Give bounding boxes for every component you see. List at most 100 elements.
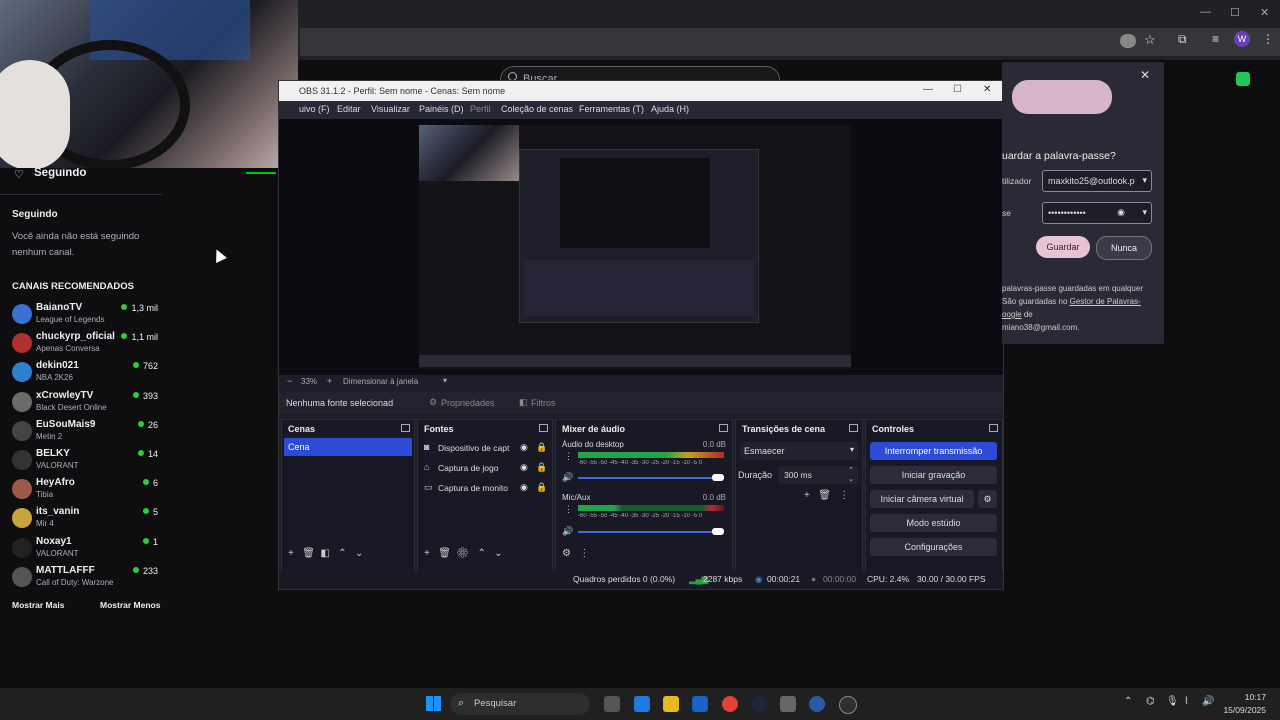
menu-kebab-icon[interactable]: ⋮ <box>1262 32 1274 46</box>
save-password-button[interactable]: Guardar <box>1036 236 1090 258</box>
source-item[interactable]: ⌂ Captura de jogo ◉ 🔒 <box>424 462 548 478</box>
virtual-camera-settings-button[interactable]: ⚙ <box>978 490 997 508</box>
extensions-icon[interactable]: ⧉ <box>1178 32 1187 47</box>
menu-help[interactable]: Ajuda (H) <box>651 104 689 114</box>
up-icon[interactable]: ⌃ <box>338 548 346 559</box>
obs-maximize-button[interactable]: ☐ <box>953 84 962 95</box>
green-extension-icon[interactable] <box>1236 72 1250 86</box>
widgets-icon[interactable] <box>634 696 650 712</box>
properties-button[interactable]: ⚙ Propriedades <box>425 395 501 411</box>
obs-icon[interactable] <box>839 696 857 714</box>
network-icon[interactable]: ⌬ <box>1146 696 1155 707</box>
settings-button[interactable]: Configurações <box>870 538 997 556</box>
obs-close-button[interactable]: ✕ <box>983 84 991 95</box>
menu-file[interactable]: uivo (F) <box>299 104 330 114</box>
chevron-up-icon[interactable]: ⌃ <box>1124 696 1132 707</box>
mixer-more-icon[interactable]: ⋮ <box>579 548 589 559</box>
up-icon[interactable]: ⌃ <box>478 548 486 559</box>
trash-icon[interactable]: 🗑 <box>302 548 315 559</box>
add-icon[interactable]: + <box>804 490 810 501</box>
add-icon[interactable]: + <box>424 548 430 559</box>
menu-scene-collection[interactable]: Coleção de cenas <box>501 104 573 114</box>
trash-icon[interactable]: 🗑 <box>818 490 831 501</box>
channel-item[interactable]: EuSouMais9 Metin 2 26 <box>0 419 168 448</box>
scene-item[interactable]: Cena <box>284 438 412 456</box>
windows-start-icon[interactable] <box>426 696 441 711</box>
filters-button[interactable]: ◧ Filtros <box>515 395 559 411</box>
channel-item[interactable]: chuckyrp_oficial Apenas Conversa 1,1 mil <box>0 331 168 360</box>
task-view-icon[interactable] <box>604 696 620 712</box>
channel-item[interactable]: HeyAfro Tibia 6 <box>0 477 168 506</box>
lock-icon[interactable]: 🔒 <box>536 442 547 453</box>
down-icon[interactable]: ⌄ <box>494 548 502 559</box>
eye-icon[interactable]: ◉ <box>520 462 528 473</box>
menu-edit[interactable]: Editar <box>337 104 361 114</box>
app-icon[interactable] <box>780 696 796 712</box>
undock-icon[interactable] <box>401 424 410 432</box>
add-icon[interactable]: + <box>288 548 294 559</box>
eye-icon[interactable]: ◉ <box>520 482 528 493</box>
scale-chevron-icon[interactable]: ▾ <box>443 376 447 385</box>
channel-item[interactable]: Noxay1 VALORANT 1 <box>0 536 168 565</box>
transition-select[interactable]: Esmaecer ▾ <box>740 442 858 460</box>
channel-item[interactable]: BaianoTV League of Legends 1,3 mil <box>0 302 168 331</box>
microphone-icon[interactable]: 🎙 <box>1166 696 1179 707</box>
menu-tools[interactable]: Ferramentas (T) <box>579 104 644 114</box>
gear-icon[interactable]: ⚙ <box>456 548 469 559</box>
stop-stream-button[interactable]: Interromper transmissão <box>870 442 997 460</box>
volume-slider-knob[interactable] <box>712 474 724 481</box>
channel-item[interactable]: MATTLAFFF Call of Duty: Warzone 233 <box>0 565 168 594</box>
never-button[interactable]: Nunca <box>1096 236 1152 260</box>
close-icon[interactable]: ✕ <box>1140 68 1150 82</box>
following-header[interactable]: Seguindo <box>34 167 86 179</box>
mixer-menu-icon[interactable]: ⋮ <box>564 451 573 462</box>
media-icon[interactable]: ≡ <box>1212 32 1219 46</box>
more-icon[interactable]: ⋮ <box>839 490 849 501</box>
maximize-button[interactable]: ☐ <box>1230 6 1240 19</box>
mixer-menu-icon[interactable]: ⋮ <box>564 504 573 515</box>
source-item[interactable]: ◙ Dispositivo de capt ◉ 🔒 <box>424 442 548 458</box>
obs-minimize-button[interactable]: — <box>923 84 933 95</box>
incognito-icon[interactable] <box>1120 34 1136 48</box>
volume-slider[interactable] <box>578 477 718 479</box>
volume-slider[interactable] <box>578 531 718 533</box>
channel-item[interactable]: xCrowleyTV Black Desert Online 393 <box>0 390 168 419</box>
trash-icon[interactable]: 🗑 <box>438 548 451 559</box>
close-button[interactable]: ✕ <box>1260 6 1269 19</box>
password-field[interactable]: •••••••••••• ◉ ▾ <box>1042 202 1152 224</box>
down-icon[interactable]: ⌄ <box>355 548 363 559</box>
source-item[interactable]: ▭ Captura de monito ◉ 🔒 <box>424 482 548 498</box>
duration-input[interactable]: 300 ms ⌃ ⌄ <box>778 466 858 484</box>
duration-stepper-icon[interactable]: ⌃ ⌄ <box>848 466 854 484</box>
steam-icon[interactable] <box>751 696 767 712</box>
volume-icon[interactable]: 🔊 <box>562 472 573 483</box>
menu-profile[interactable]: Perfil <box>470 104 491 114</box>
scale-mode[interactable]: Dimensionar à janela <box>343 377 418 386</box>
zoom-out-icon[interactable]: − <box>287 376 292 386</box>
volume-slider-knob[interactable] <box>712 528 724 535</box>
store-icon[interactable] <box>692 696 708 712</box>
taskbar-search[interactable]: ⌕ Pesquisar <box>450 693 590 715</box>
menu-view[interactable]: Visualizar <box>371 104 410 114</box>
minimize-button[interactable]: — <box>1200 6 1211 18</box>
channel-item[interactable]: its_vanin Mir 4 5 <box>0 506 168 535</box>
clock-time[interactable]: 10:17 <box>1226 692 1266 702</box>
menu-docks[interactable]: Painéis (D) <box>419 104 464 114</box>
obs-preview[interactable] <box>279 119 1003 375</box>
volume-icon[interactable]: 🔊 <box>1202 696 1214 707</box>
zoom-in-icon[interactable]: + <box>327 376 332 386</box>
show-more-link[interactable]: Mostrar Mais <box>12 600 64 610</box>
undock-icon[interactable] <box>719 424 728 432</box>
show-less-link[interactable]: Mostrar Menos <box>100 600 160 610</box>
filter-icon[interactable]: ◧ <box>320 548 329 559</box>
bookmark-star-icon[interactable]: ☆ <box>1144 32 1156 48</box>
channel-item[interactable]: BELKY VALORANT 14 <box>0 448 168 477</box>
studio-mode-button[interactable]: Modo estúdio <box>870 514 997 532</box>
advanced-audio-icon[interactable]: ⚙ <box>562 548 571 559</box>
username-field[interactable]: maxkito25@outlook.p ▾ <box>1042 170 1152 192</box>
steam-icon[interactable] <box>809 696 825 712</box>
lock-icon[interactable]: 🔒 <box>536 482 547 493</box>
undock-icon[interactable] <box>539 424 548 432</box>
start-recording-button[interactable]: Iniciar gravação <box>870 466 997 484</box>
wifi-icon[interactable]: ⌇ <box>1184 696 1189 707</box>
